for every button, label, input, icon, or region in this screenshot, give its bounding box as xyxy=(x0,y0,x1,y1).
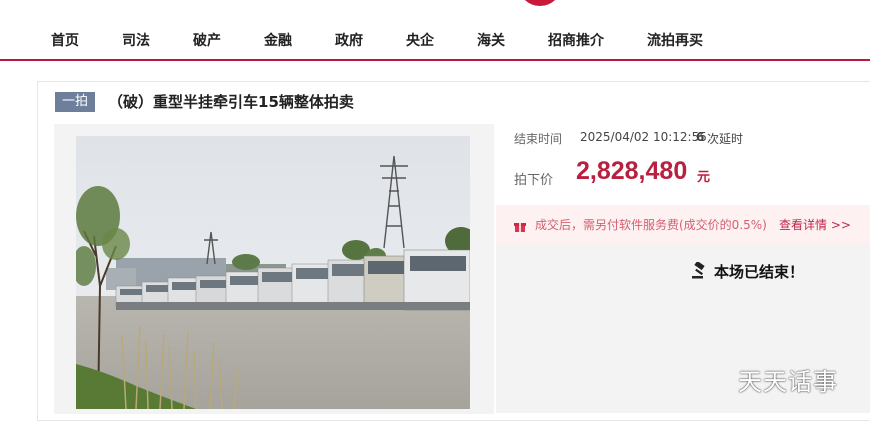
nav-item-customs[interactable]: 海关 xyxy=(477,30,505,50)
nav-item-central-soe[interactable]: 央企 xyxy=(406,30,434,50)
delay-label: 次延时 xyxy=(707,132,744,146)
nav-item-investment[interactable]: 招商推介 xyxy=(548,30,604,50)
nav-item-home[interactable]: 首页 xyxy=(51,30,79,50)
end-time-value: 2025/04/02 10:12:55 xyxy=(580,130,707,144)
watermark: 天天话事 xyxy=(738,368,838,396)
gavel-icon xyxy=(691,260,708,279)
price-unit: 元 xyxy=(697,170,711,185)
final-price: 2,828,480 xyxy=(576,157,688,185)
fee-details-link[interactable]: 查看详情 >> xyxy=(779,216,851,233)
lot-photo[interactable] xyxy=(76,136,470,409)
auction-title[interactable]: （破）重型半挂牵引车15辆整体拍卖 xyxy=(108,92,354,112)
fee-notice-text: 成交后，需另付软件服务费(成交价的0.5%) xyxy=(535,218,767,232)
nav-item-finance[interactable]: 金融 xyxy=(264,30,292,50)
end-time-label: 结束时间 xyxy=(514,132,563,146)
nav-item-bankruptcy[interactable]: 破产 xyxy=(193,30,221,50)
auction-round-badge: 一拍 xyxy=(55,92,95,112)
delay-count: 6 xyxy=(696,130,705,144)
nav-item-relist[interactable]: 流拍再买 xyxy=(647,30,703,50)
nav-item-government[interactable]: 政府 xyxy=(335,30,363,50)
price-label: 拍下价 xyxy=(514,173,554,188)
main-nav: 首页 司法 破产 金融 政府 央企 海关 招商推介 流拍再买 xyxy=(0,0,870,61)
gift-icon xyxy=(514,217,526,232)
nav-item-judicial[interactable]: 司法 xyxy=(122,30,150,50)
auction-ended-status: 本场已结束！ xyxy=(714,263,805,281)
